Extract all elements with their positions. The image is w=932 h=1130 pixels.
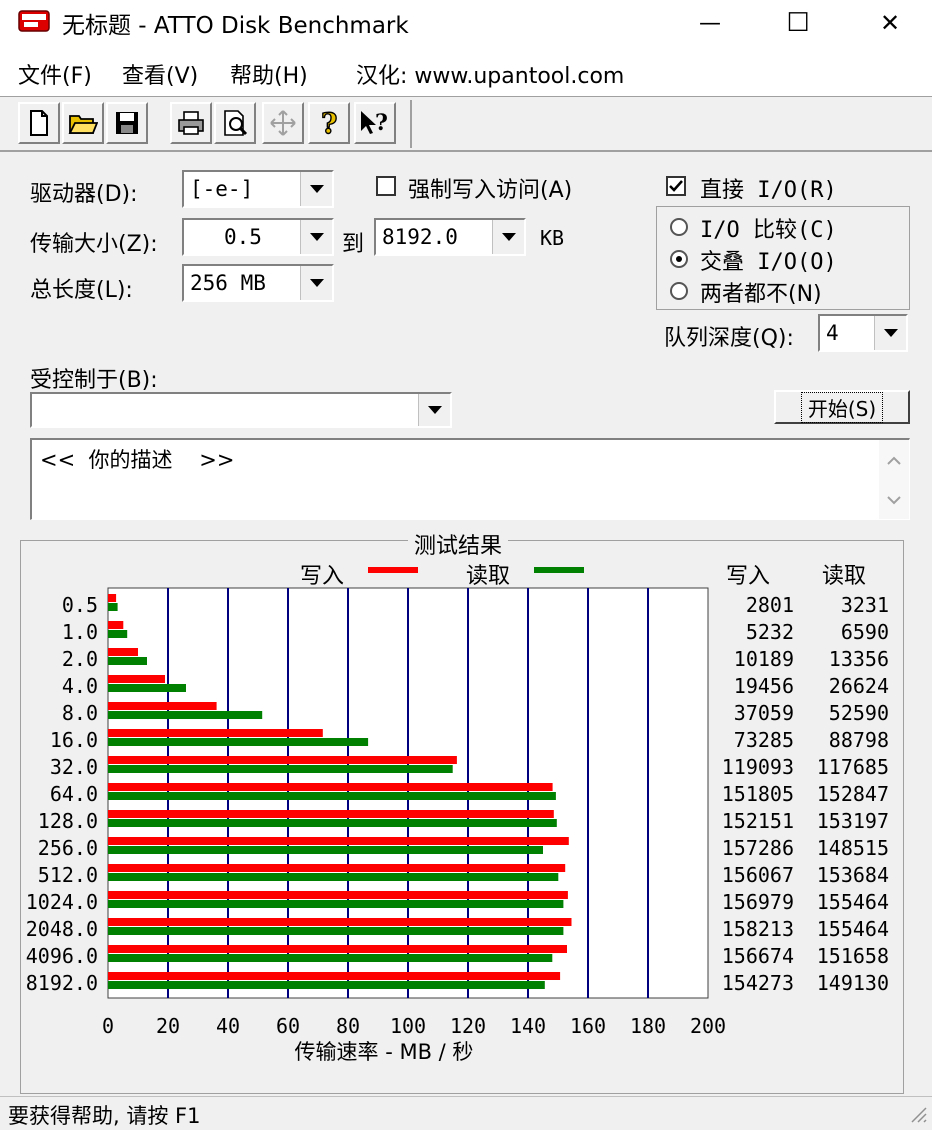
y-tick-label: 4.0 xyxy=(62,674,98,698)
y-tick-label: 512.0 xyxy=(38,863,98,887)
write-bar xyxy=(108,864,566,872)
y-tick-label: 16.0 xyxy=(50,728,98,752)
read-bar xyxy=(108,684,186,692)
write-bar xyxy=(108,675,165,683)
read-bar xyxy=(108,657,147,665)
write-bar xyxy=(108,648,138,656)
read-bar xyxy=(108,630,128,638)
x-tick-label: 160 xyxy=(570,1014,606,1038)
x-tick-label: 120 xyxy=(450,1014,486,1038)
y-tick-label: 1024.0 xyxy=(26,890,98,914)
write-value: 19456 xyxy=(734,674,794,698)
y-tick-label: 1.0 xyxy=(62,620,98,644)
write-value: 154273 xyxy=(722,971,794,995)
write-value: 151805 xyxy=(722,782,794,806)
read-value: 149130 xyxy=(817,971,889,995)
y-tick-label: 128.0 xyxy=(38,809,98,833)
write-value: 37059 xyxy=(734,701,794,725)
y-tick-label: 8.0 xyxy=(62,701,98,725)
read-bar xyxy=(108,711,263,719)
read-value: 52590 xyxy=(829,701,889,725)
write-bar xyxy=(108,729,323,737)
y-tick-label: 4096.0 xyxy=(26,944,98,968)
read-value: 155464 xyxy=(817,917,889,941)
y-tick-label: 64.0 xyxy=(50,782,98,806)
read-bar xyxy=(108,792,556,800)
read-bar xyxy=(108,927,564,935)
read-bar xyxy=(108,819,557,827)
read-value: 151658 xyxy=(817,944,889,968)
x-tick-label: 40 xyxy=(216,1014,240,1038)
read-value: 26624 xyxy=(829,674,889,698)
read-value: 153684 xyxy=(817,863,889,887)
read-bar xyxy=(108,765,453,773)
write-bar xyxy=(108,891,568,899)
y-tick-label: 8192.0 xyxy=(26,971,98,995)
y-tick-label: 0.5 xyxy=(62,593,98,617)
write-value: 5232 xyxy=(746,620,794,644)
write-value: 119093 xyxy=(722,755,794,779)
write-bar xyxy=(108,972,561,980)
read-bar xyxy=(108,738,369,746)
write-bar xyxy=(108,837,569,845)
write-value: 152151 xyxy=(722,809,794,833)
write-bar xyxy=(108,756,457,764)
write-value: 157286 xyxy=(722,836,794,860)
x-tick-label: 0 xyxy=(102,1014,114,1038)
x-tick-label: 100 xyxy=(390,1014,426,1038)
read-value: 153197 xyxy=(817,809,889,833)
write-bar xyxy=(108,783,553,791)
write-value: 10189 xyxy=(734,647,794,671)
write-bar xyxy=(108,945,567,953)
write-bar xyxy=(108,621,124,629)
x-tick-label: 80 xyxy=(336,1014,360,1038)
write-bar xyxy=(108,918,572,926)
read-bar xyxy=(108,603,118,611)
write-bar xyxy=(108,594,117,602)
y-tick-label: 256.0 xyxy=(38,836,98,860)
read-bar xyxy=(108,846,543,854)
x-axis-label: 传输速率 - MB / 秒 xyxy=(295,1040,474,1064)
read-value: 88798 xyxy=(829,728,889,752)
read-bar xyxy=(108,900,564,908)
write-value: 158213 xyxy=(722,917,794,941)
write-value: 73285 xyxy=(734,728,794,752)
read-value: 155464 xyxy=(817,890,889,914)
resize-grip-icon[interactable] xyxy=(906,1102,928,1124)
y-tick-label: 2.0 xyxy=(62,647,98,671)
write-value: 156674 xyxy=(722,944,794,968)
write-value: 156979 xyxy=(722,890,794,914)
write-bar xyxy=(108,810,554,818)
write-value: 2801 xyxy=(746,593,794,617)
read-value: 13356 xyxy=(829,647,889,671)
read-value: 148515 xyxy=(817,836,889,860)
x-tick-label: 140 xyxy=(510,1014,546,1038)
x-tick-label: 60 xyxy=(276,1014,300,1038)
read-bar xyxy=(108,873,559,881)
y-tick-label: 32.0 xyxy=(50,755,98,779)
read-value: 152847 xyxy=(817,782,889,806)
read-bar xyxy=(108,981,545,989)
write-bar xyxy=(108,702,217,710)
read-bar xyxy=(108,954,553,962)
x-tick-label: 180 xyxy=(630,1014,666,1038)
x-tick-label: 200 xyxy=(690,1014,726,1038)
read-value: 3231 xyxy=(841,593,889,617)
read-value: 117685 xyxy=(817,755,889,779)
read-value: 6590 xyxy=(841,620,889,644)
x-tick-label: 20 xyxy=(156,1014,180,1038)
y-tick-label: 2048.0 xyxy=(26,917,98,941)
results-chart: 0 20 40 60 80 100 120 140 160 180 200 传输速率 - MB / 秒… xyxy=(26,587,889,1064)
write-value: 156067 xyxy=(722,863,794,887)
